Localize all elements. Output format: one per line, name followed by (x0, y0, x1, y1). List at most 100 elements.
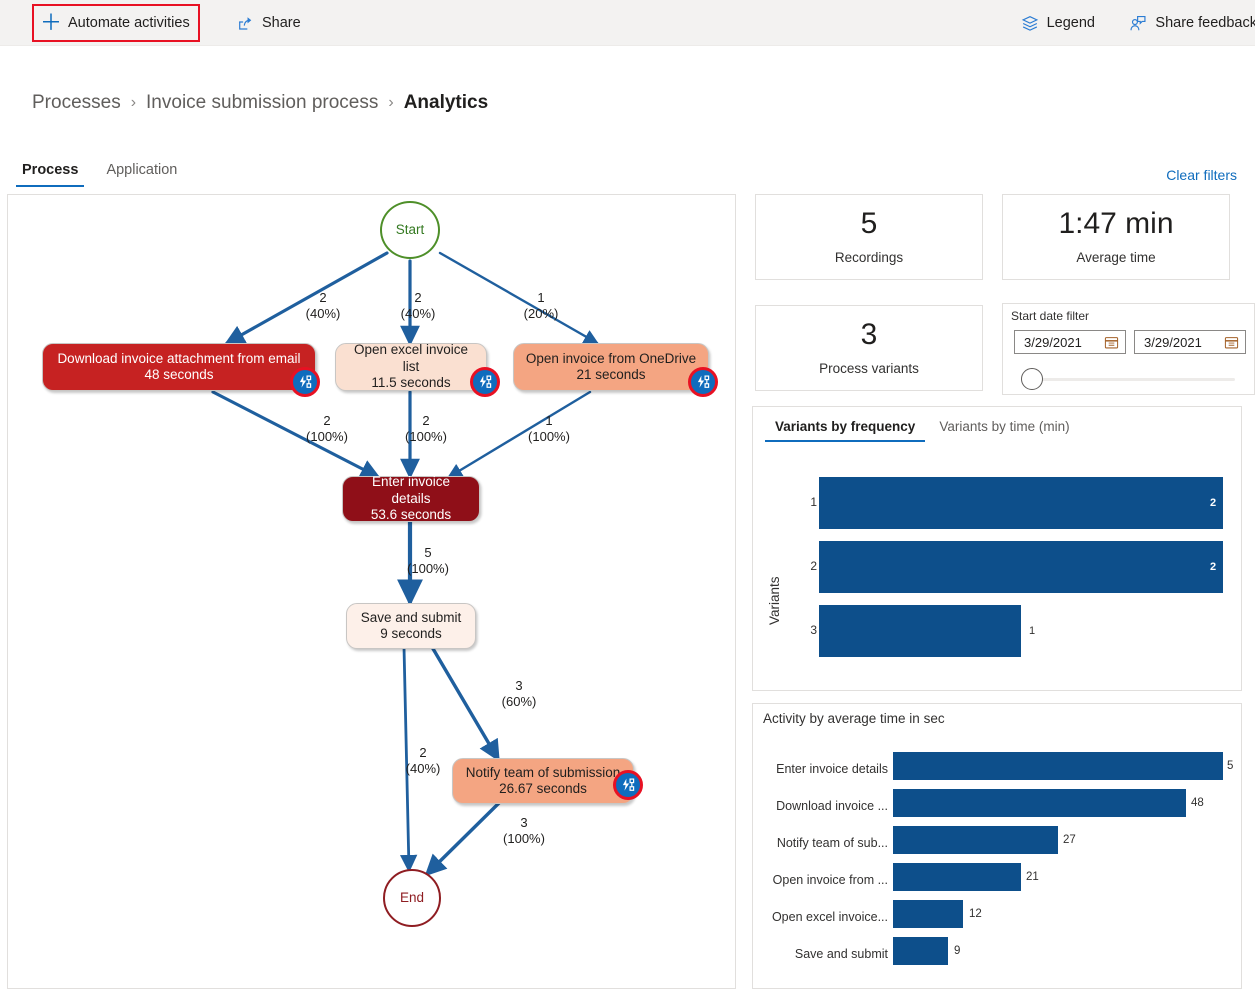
activity-bar-value: 9 (954, 945, 960, 957)
breadcrumb-item-invoice-submission-process[interactable]: Invoice submission process (146, 92, 378, 114)
activity-bar-value: 27 (1063, 834, 1076, 846)
activity-bar[interactable] (893, 937, 948, 965)
process-node-duration: 48 seconds (144, 367, 213, 383)
variants-tick-label: 1 (801, 495, 817, 509)
tab-application[interactable]: Application (92, 158, 191, 187)
process-node-label: Enter invoice details (353, 474, 469, 507)
tab-variants-by-frequency[interactable]: Variants by frequency (763, 415, 927, 442)
legend-label: Legend (1047, 15, 1095, 31)
process-node-duration: 9 seconds (380, 626, 442, 642)
automation-badge-open-invoice-onedrive[interactable] (688, 367, 718, 397)
process-node-enter-invoice-details[interactable]: Enter invoice details 53.6 seconds (342, 476, 480, 522)
end-date-input[interactable]: 3/29/2021 (1134, 330, 1246, 354)
variants-bar-row[interactable]: 1 2 (773, 477, 1228, 529)
process-node-duration: 26.67 seconds (499, 781, 587, 797)
breadcrumb-item-analytics: Analytics (404, 92, 488, 114)
breadcrumb-item-processes[interactable]: Processes (32, 92, 121, 114)
process-node-label: Open invoice from OneDrive (526, 351, 696, 367)
edge-label-start-download: 2(40%) (298, 290, 348, 323)
process-map-canvas[interactable]: Start Download invoice attachment from e… (7, 194, 736, 989)
share-feedback-button[interactable]: Share feedback (1121, 7, 1255, 39)
process-node-download-invoice[interactable]: Download invoice attachment from email 4… (42, 343, 316, 391)
process-node-end[interactable]: End (383, 869, 441, 927)
date-range-slider[interactable] (1021, 368, 1235, 390)
activity-bar-value: 21 (1026, 871, 1039, 883)
share-button[interactable]: Share (228, 7, 309, 39)
activity-chart-panel: Activity by average time in sec Enter in… (752, 703, 1242, 989)
kpi-label: Process variants (819, 361, 919, 376)
legend-button[interactable]: Legend (1013, 7, 1103, 39)
kpi-label: Average time (1076, 250, 1155, 265)
start-date-input[interactable]: 3/29/2021 (1014, 330, 1126, 354)
variants-bar-row[interactable]: 2 2 (773, 541, 1228, 593)
automation-flow-icon (620, 777, 636, 793)
activity-bar-value: 12 (969, 908, 982, 920)
automation-flow-icon (695, 374, 711, 390)
share-icon (236, 14, 254, 32)
activity-bar[interactable] (893, 789, 1186, 817)
kpi-value: 1:47 min (1058, 209, 1173, 239)
variants-bar-value: 1 (1029, 625, 1035, 637)
kpi-value: 5 (861, 209, 878, 239)
variants-bar-row[interactable]: 3 1 (773, 605, 1228, 657)
activity-category-label: Open invoice from ... (763, 873, 888, 887)
variants-bar[interactable] (819, 477, 1223, 529)
activity-bar-value: 5 (1227, 760, 1233, 772)
process-node-duration: 21 seconds (576, 367, 645, 383)
end-date-value: 3/29/2021 (1135, 335, 1202, 350)
slider-thumb[interactable] (1021, 368, 1043, 390)
edge-label-save-notify: 3(60%) (490, 678, 548, 711)
activity-bar[interactable] (893, 826, 1058, 854)
process-node-start[interactable]: Start (380, 201, 440, 259)
process-node-label: Download invoice attachment from email (57, 351, 300, 367)
person-feedback-icon (1129, 14, 1147, 32)
activity-category-label: Open excel invoice... (763, 910, 888, 924)
variants-chart-panel: Variants by frequency Variants by time (… (752, 406, 1242, 691)
process-node-open-invoice-onedrive[interactable]: Open invoice from OneDrive 21 seconds (513, 343, 709, 391)
variants-bar[interactable] (819, 541, 1223, 593)
clear-filters-link[interactable]: Clear filters (1166, 167, 1237, 183)
activity-bar[interactable] (893, 863, 1021, 891)
tab-process[interactable]: Process (8, 158, 92, 187)
process-node-label: Open excel invoice list (346, 342, 476, 375)
activity-chart-title: Activity by average time in sec (763, 711, 945, 726)
kpi-card-recordings: 5 Recordings (755, 194, 983, 280)
variants-bar[interactable] (819, 605, 1021, 657)
calendar-icon[interactable] (1215, 335, 1239, 350)
plus-icon: ＋ (42, 14, 60, 32)
automate-activities-label: Automate activities (68, 15, 190, 31)
activity-category-label: Download invoice ... (763, 799, 888, 813)
variants-tabs: Variants by frequency Variants by time (… (763, 415, 1082, 442)
calendar-icon[interactable] (1095, 335, 1119, 350)
process-node-label: Notify team of submission (466, 765, 621, 781)
activity-category-label: Notify team of sub... (763, 836, 888, 850)
automation-flow-icon (297, 374, 313, 390)
automate-activities-button[interactable]: ＋ Automate activities (32, 4, 200, 42)
automation-badge-open-excel-invoice-list[interactable] (470, 367, 500, 397)
activity-bar[interactable] (893, 900, 963, 928)
edge-label-save-end: 2(40%) (394, 745, 452, 778)
process-node-save-and-submit[interactable]: Save and submit 9 seconds (346, 603, 476, 649)
process-node-duration: 53.6 seconds (371, 507, 451, 523)
process-node-notify-team[interactable]: Notify team of submission 26.67 seconds (452, 758, 634, 804)
edge-label-enter-save: 5(100%) (399, 545, 457, 578)
variants-tick-label: 2 (801, 559, 817, 573)
breadcrumb-separator-icon: › (388, 94, 393, 112)
command-bar: ＋ Automate activities Share Legend (0, 0, 1255, 46)
process-node-start-label: Start (396, 222, 425, 238)
layers-icon (1021, 14, 1039, 32)
edge-label-excel-enter: 2(100%) (397, 413, 455, 446)
kpi-card-process-variants: 3 Process variants (755, 305, 983, 391)
activity-bar[interactable] (893, 752, 1223, 780)
activity-category-label: Save and submit (763, 947, 888, 961)
edge-label-start-excel: 2(40%) (393, 290, 443, 323)
variants-bar-value: 2 (1210, 561, 1216, 573)
tab-variants-by-time[interactable]: Variants by time (min) (927, 415, 1081, 442)
process-node-duration: 11.5 seconds (371, 375, 450, 391)
process-node-open-excel-invoice-list[interactable]: Open excel invoice list 11.5 seconds (335, 343, 487, 391)
automation-badge-notify-team[interactable] (613, 770, 643, 800)
breadcrumb: Processes › Invoice submission process ›… (32, 92, 488, 114)
automation-badge-download-invoice[interactable] (290, 367, 320, 397)
share-feedback-label: Share feedback (1155, 15, 1255, 31)
start-date-filter-title: Start date filter (1011, 309, 1089, 323)
